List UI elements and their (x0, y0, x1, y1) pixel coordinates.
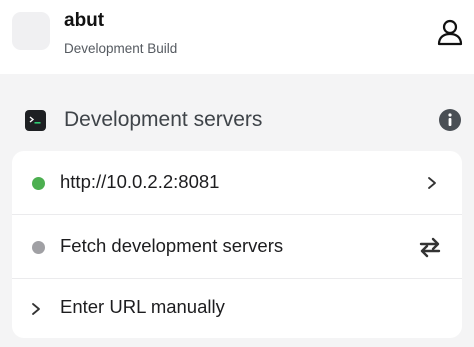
app-icon (12, 12, 50, 50)
fetch-servers-row[interactable]: Fetch development servers (12, 214, 462, 276)
info-icon[interactable] (438, 108, 462, 132)
header: abut Development Build (0, 0, 474, 74)
status-dot-idle (32, 241, 45, 254)
chevron-right-icon (426, 175, 438, 191)
section-title: Development servers (64, 108, 263, 131)
server-url: http://10.0.2.2:8081 (60, 171, 220, 192)
chevron-right-icon (30, 301, 42, 317)
app-subtitle: Development Build (64, 41, 178, 56)
enter-url-label: Enter URL manually (60, 296, 225, 317)
terminal-icon (25, 110, 46, 131)
section-header: Development servers (0, 100, 474, 140)
app-name: abut (64, 10, 105, 31)
enter-url-row[interactable]: Enter URL manually (12, 278, 462, 338)
servers-card: http://10.0.2.2:8081 Fetch development s… (12, 151, 462, 338)
server-row[interactable]: http://10.0.2.2:8081 (12, 151, 462, 213)
user-icon[interactable] (436, 18, 464, 46)
refresh-icon[interactable] (417, 234, 443, 260)
status-dot-online (32, 177, 45, 190)
fetch-servers-label: Fetch development servers (60, 235, 284, 256)
